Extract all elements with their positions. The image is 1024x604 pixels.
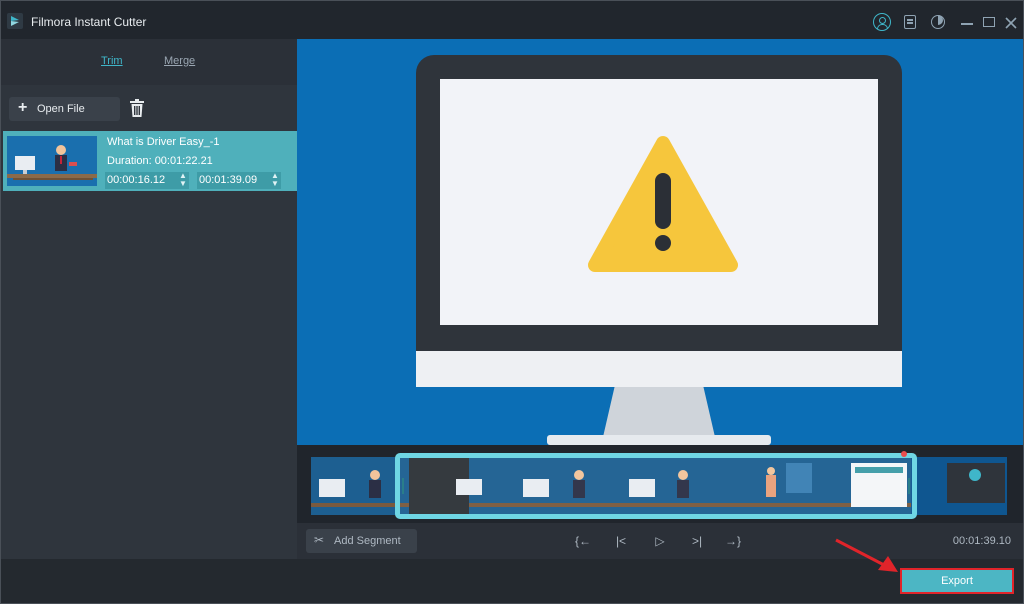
open-file-button[interactable]: + Open File [9, 97, 120, 121]
document-icon[interactable] [904, 15, 916, 29]
trash-icon[interactable] [129, 99, 145, 118]
video-preview [297, 39, 1023, 445]
open-file-label: Open File [37, 103, 85, 115]
end-time-spinner-icon[interactable]: ▲ ▼ [271, 172, 279, 188]
clip-thumbnail [7, 136, 97, 186]
plus-icon: + [18, 99, 28, 116]
close-icon[interactable] [1004, 13, 1018, 31]
play-icon[interactable]: ▷ [652, 533, 668, 549]
user-icon[interactable] [873, 13, 891, 31]
clip-duration: Duration: 00:01:22.21 [107, 155, 213, 167]
start-time-spinner-icon[interactable]: ▲ ▼ [179, 172, 187, 188]
tab-merge[interactable]: Merge [164, 55, 195, 67]
timeline[interactable] [297, 445, 1023, 523]
left-panel: Trim Merge + Open File What is Driver Ea… [1, 39, 297, 559]
clip-title: What is Driver Easy_-1 [107, 136, 220, 148]
annotation-arrow-icon [835, 538, 898, 572]
mark-out-icon[interactable]: →} [725, 533, 741, 549]
end-time-input[interactable]: 00:01:39.09 ▲ ▼ [197, 172, 281, 189]
playback-controls: ✂ Add Segment {← |< ▷ >| →} 00:01:39.10 [297, 523, 1023, 559]
end-time-value: 00:01:39.09 [199, 174, 258, 186]
app-window: Filmora Instant Cutter Trim Merge + Open… [0, 0, 1024, 604]
start-time-input[interactable]: 00:00:16.12 ▲ ▼ [105, 172, 189, 189]
trim-handle-left[interactable] [402, 478, 404, 494]
mark-in-icon[interactable]: {← [575, 533, 591, 549]
trim-selection-range[interactable] [395, 453, 917, 519]
filmora-logo-icon [7, 13, 23, 29]
preview-frame-monitor [297, 39, 1023, 445]
export-button[interactable]: Export [900, 568, 1014, 594]
title-bar: Filmora Instant Cutter [1, 1, 1023, 39]
playhead-marker[interactable] [901, 451, 907, 457]
trim-handle-right[interactable] [908, 478, 910, 494]
mode-tabs: Trim Merge [1, 39, 297, 85]
app-title: Filmora Instant Cutter [31, 15, 147, 29]
tab-trim[interactable]: Trim [101, 55, 123, 67]
start-time-value: 00:00:16.12 [107, 174, 166, 186]
add-segment-label: Add Segment [334, 535, 401, 547]
minimize-icon[interactable] [961, 23, 973, 25]
clip-item[interactable]: What is Driver Easy_-1 Duration: 00:01:2… [3, 131, 297, 191]
add-segment-button[interactable]: ✂ Add Segment [306, 529, 417, 553]
scissors-icon: ✂ [314, 533, 325, 547]
current-timecode: 00:01:39.10 [952, 535, 1011, 547]
maximize-icon[interactable] [983, 17, 995, 27]
prev-frame-icon[interactable]: |< [613, 533, 629, 549]
next-frame-icon[interactable]: >| [689, 533, 705, 549]
theme-icon[interactable] [931, 15, 945, 29]
